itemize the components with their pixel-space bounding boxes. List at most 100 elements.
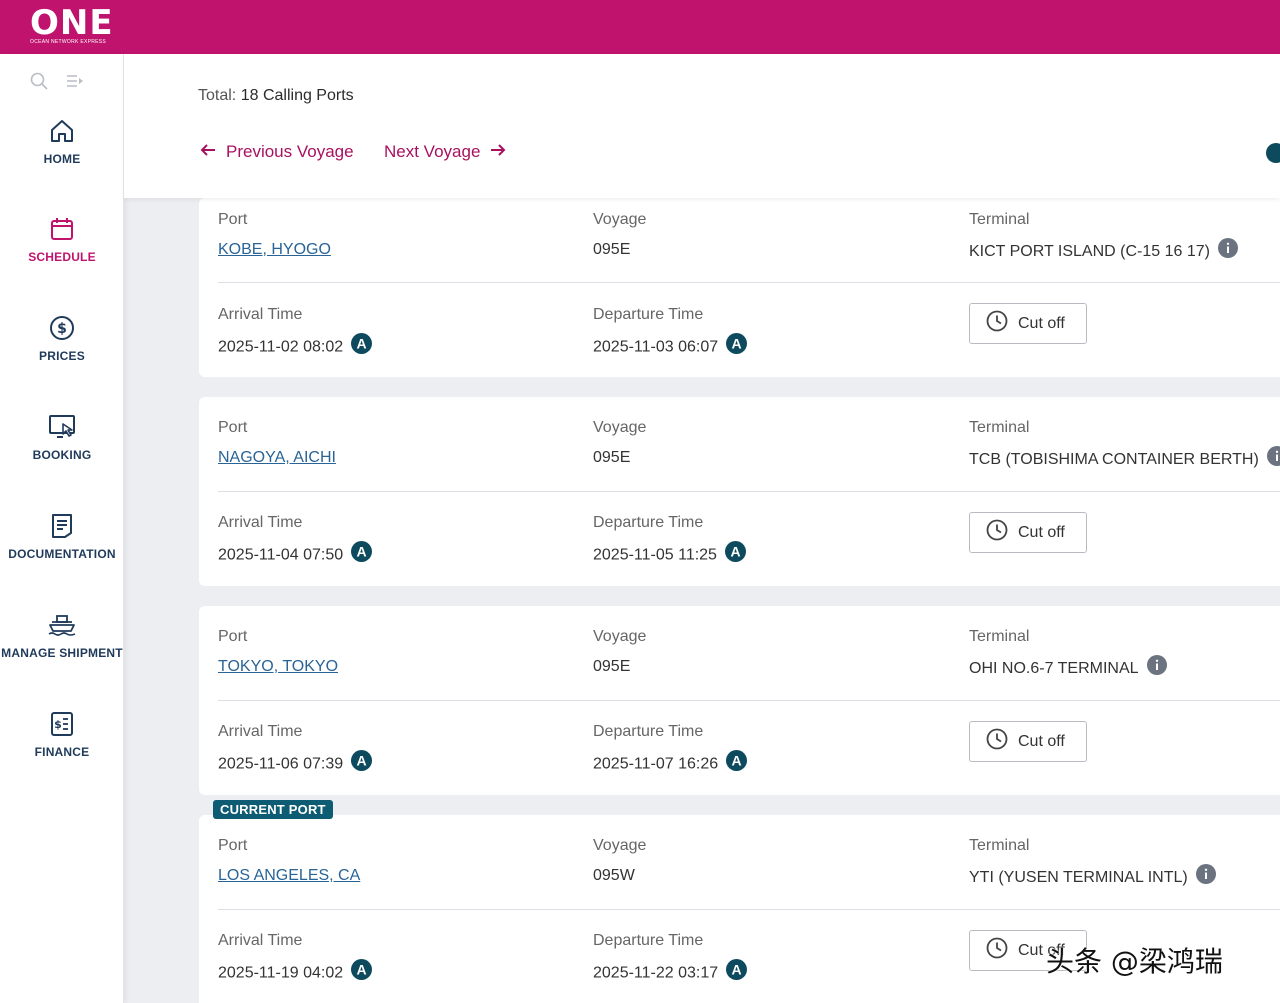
arrow-left-icon [200,142,216,162]
actual-badge-icon: A [726,333,748,359]
arrival-value: 2025-11-19 04:02 A [218,959,373,985]
sidebar: HOME SCHEDULE $ PRICES BOOKING DOCUMENTA… [0,54,124,1003]
svg-text:A: A [732,962,742,978]
clock-icon [986,728,1008,755]
departure-time: 2025-11-07 16:26 [593,755,719,773]
port-link[interactable]: TOKYO, TOKYO [218,658,338,676]
card-divider [218,909,1280,910]
terminal-name: KICT PORT ISLAND (C-15 16 17) [969,243,1210,261]
port-card-nagoya: Port NAGOYA, AICHI Voyage 095E Terminal … [199,397,1280,586]
info-icon[interactable] [1266,446,1280,471]
nav-manage-shipment[interactable]: MANAGE SHIPMENT [0,612,124,682]
home-icon [0,118,124,144]
cutoff-button[interactable]: Cut off [969,512,1087,553]
calendar-icon [0,216,124,242]
actual-badge-icon: A [351,750,373,776]
terminal-name: TCB (TOBISHIMA CONTAINER BERTH) [969,451,1259,469]
watermark: 头条 @梁鸿瑞 [1046,945,1223,978]
svg-text:A: A [357,544,367,560]
arrival-time: 2025-11-06 07:39 [218,755,344,773]
terminal-value: OHI NO.6-7 TERMINAL [969,655,1167,680]
logo-wordmark: ONE [30,3,114,43]
port-label: Port [218,628,248,645]
finance-icon: $ [0,711,124,737]
port-label: Port [218,837,248,854]
departure-label: Departure Time [593,723,704,740]
departure-time: 2025-11-22 03:17 [593,964,719,982]
svg-text:A: A [357,753,367,769]
clock-icon [986,519,1008,546]
nav-prices[interactable]: $ PRICES [0,315,124,385]
port-link[interactable]: KOBE, HYOGO [218,241,331,259]
card-divider [218,491,1280,492]
arrival-label: Arrival Time [218,723,303,740]
info-icon[interactable] [1195,864,1216,889]
terminal-label: Terminal [969,419,1030,436]
departure-value: 2025-11-07 16:26 A [593,750,748,776]
voyage-label: Voyage [593,628,647,645]
dollar-icon: $ [0,315,124,341]
next-voyage-label: Next Voyage [384,142,481,161]
arrow-right-icon [490,142,506,162]
svg-text:A: A [730,544,740,560]
cutoff-button[interactable]: Cut off [969,721,1087,762]
nav-label-home: HOME [43,152,81,166]
departure-value: 2025-11-03 06:07 A [593,333,748,359]
info-icon[interactable] [1217,238,1238,263]
departure-value: 2025-11-22 03:17 A [593,959,748,985]
nav-home[interactable]: HOME [0,118,124,188]
port-label: Port [218,211,248,228]
port-link[interactable]: NAGOYA, AICHI [218,449,336,467]
actual-badge-icon: A [726,959,748,985]
total-calling-ports: Total: 18 Calling Ports [198,87,354,105]
nav-schedule[interactable]: SCHEDULE [0,216,124,286]
actual-badge-icon [1266,143,1280,168]
actual-badge-icon: A [351,959,373,985]
cutoff-button[interactable]: Cut off [969,303,1087,344]
terminal-value: TCB (TOBISHIMA CONTAINER BERTH) [969,446,1280,471]
collapse-menu-icon[interactable] [66,74,84,93]
actual-badge-icon: A [724,541,746,567]
previous-voyage-link[interactable]: Previous Voyage [200,142,354,162]
departure-label: Departure Time [593,514,704,531]
port-label: Port [218,419,248,436]
departure-time: 2025-11-05 11:25 [593,546,717,564]
total-label: Total: [198,87,237,104]
top-bar: ONE OCEAN NETWORK EXPRESS [0,0,1280,54]
svg-text:$: $ [57,321,67,337]
arrival-time: 2025-11-19 04:02 [218,964,344,982]
terminal-name: YTI (YUSEN TERMINAL INTL) [969,869,1188,887]
arrival-label: Arrival Time [218,306,303,323]
arrival-value: 2025-11-06 07:39 A [218,750,373,776]
terminal-name: OHI NO.6-7 TERMINAL [969,660,1139,678]
clock-icon [986,310,1008,337]
svg-text:A: A [732,336,742,352]
terminal-value: YTI (YUSEN TERMINAL INTL) [969,864,1216,889]
nav-label-schedule: SCHEDULE [28,250,96,264]
port-link[interactable]: LOS ANGELES, CA [218,867,360,885]
next-voyage-link[interactable]: Next Voyage [384,142,506,162]
departure-time: 2025-11-03 06:07 [593,338,719,356]
arrival-value: 2025-11-04 07:50 A [218,541,373,567]
terminal-label: Terminal [969,211,1030,228]
booking-icon [0,414,124,440]
arrival-time: 2025-11-02 08:02 [218,338,344,356]
terminal-value: KICT PORT ISLAND (C-15 16 17) [969,238,1238,263]
info-icon[interactable] [1146,655,1167,680]
search-icon[interactable] [30,72,48,95]
arrival-value: 2025-11-02 08:02 A [218,333,373,359]
svg-text:A: A [732,753,742,769]
port-card-kobe: Port KOBE, HYOGO Voyage 095E Terminal KI… [199,198,1280,377]
one-logo[interactable]: ONE OCEAN NETWORK EXPRESS [30,3,114,47]
nav-documentation[interactable]: DOCUMENTATION [0,513,124,583]
voyage-value: 095E [593,658,631,675]
nav-label-prices: PRICES [39,349,85,363]
clock-icon [986,937,1008,964]
voyage-label: Voyage [593,837,647,854]
voyage-header: Total: 18 Calling Ports Previous Voyage … [124,54,1280,198]
svg-text:A: A [357,962,367,978]
nav-label-booking: BOOKING [32,448,92,462]
nav-finance[interactable]: $ FINANCE [0,711,124,781]
document-icon [0,513,124,539]
nav-booking[interactable]: BOOKING [0,414,124,484]
